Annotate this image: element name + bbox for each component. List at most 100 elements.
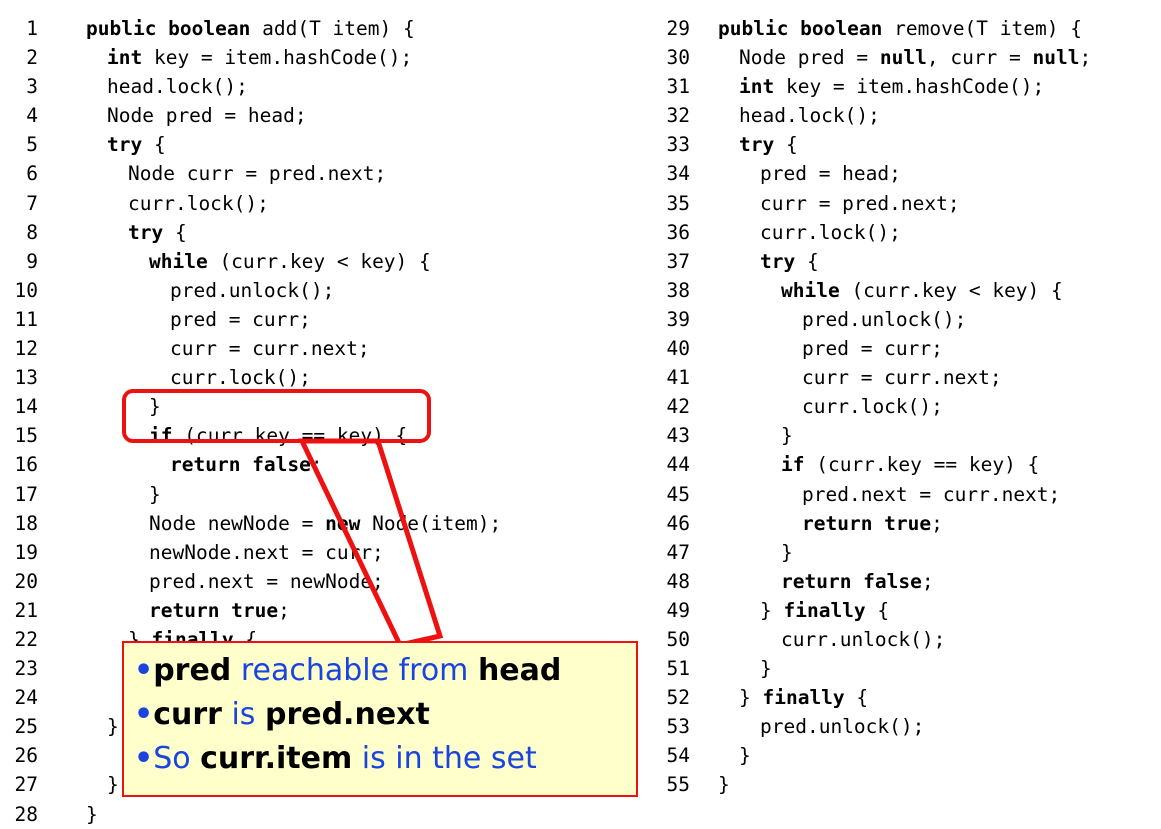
keyword: null	[879, 46, 927, 70]
callout-term: pred.next	[264, 697, 430, 732]
code-token: pred.unlock();	[760, 715, 925, 739]
line-number: 27	[14, 773, 38, 797]
code-text: curr.lock();	[718, 218, 901, 247]
code-line: 6 Node curr = pred.next;	[0, 159, 501, 188]
code-token: }	[149, 395, 161, 419]
code-token: {	[844, 686, 869, 710]
code-line: 42 curr.lock();	[664, 392, 1091, 421]
line-number: 34	[666, 162, 690, 186]
code-token: pred.unlock();	[802, 307, 967, 331]
line-number: 9	[26, 249, 38, 273]
callout-line: •So curr.item is in the set	[134, 737, 636, 781]
code-text: }	[86, 480, 161, 509]
code-token: ;	[931, 511, 943, 535]
line-number: 35	[666, 191, 690, 215]
line-number: 29	[666, 17, 690, 40]
code-text: }	[86, 712, 119, 741]
line-number: 42	[666, 395, 690, 419]
code-text: if (curr.key == key) {	[718, 450, 1039, 479]
code-line: 32 head.lock();	[664, 101, 1091, 130]
code-token: add(T item) {	[250, 17, 415, 40]
code-token: pred = curr;	[802, 337, 943, 361]
line-number: 28	[14, 802, 38, 826]
code-text: curr = curr.next;	[718, 363, 1002, 392]
code-token: curr = curr.next;	[802, 366, 1002, 390]
code-text: } finally {	[718, 596, 889, 625]
code-line: 41 curr = curr.next;	[664, 363, 1091, 392]
line-number: 10	[14, 278, 38, 302]
callout-text: reachable from	[231, 653, 478, 688]
keyword: while	[149, 249, 208, 273]
callout-term: pred	[153, 653, 232, 688]
code-line: 53 pred.unlock();	[664, 712, 1091, 741]
code-line: 45 pred.next = curr.next;	[664, 480, 1091, 509]
code-token: curr.unlock();	[781, 627, 946, 651]
callout-term: curr	[153, 697, 222, 732]
code-token: pred.next = curr.next;	[802, 482, 1061, 506]
callout-text: So	[153, 741, 201, 776]
bullet-icon: •	[134, 653, 154, 688]
code-text: }	[718, 654, 772, 683]
code-line: 33 try {	[664, 130, 1091, 159]
code-token: head.lock();	[107, 75, 248, 99]
code-token: pred.next = newNode;	[149, 569, 384, 593]
callout-box: •pred reachable from head •curr is pred.n…	[122, 641, 638, 797]
callout-term: curr.item	[200, 741, 353, 776]
code-line: 2 int key = item.hashCode();	[0, 43, 501, 72]
code-line: 43}	[664, 421, 1091, 450]
code-token: }	[107, 773, 119, 797]
bullet-icon: •	[134, 697, 154, 732]
code-text: while (curr.key < key) {	[718, 276, 1063, 305]
line-number: 20	[14, 569, 38, 593]
code-token: Node pred =	[739, 46, 880, 70]
code-line: 28}	[0, 800, 501, 829]
line-number: 47	[666, 540, 690, 564]
code-line: 7 curr.lock();	[0, 189, 501, 218]
code-token: (curr.key < key) {	[839, 278, 1063, 302]
code-line: 9 while (curr.key < key) {	[0, 247, 501, 276]
line-number: 46	[666, 511, 690, 535]
code-line: 21 return true;	[0, 596, 501, 625]
line-number: 11	[14, 307, 38, 331]
line-number: 8	[26, 220, 38, 244]
keyword: try	[107, 133, 143, 157]
code-text: return false;	[86, 450, 323, 479]
code-line: 1 public boolean add(T item) {	[0, 14, 501, 43]
line-number: 2	[26, 46, 38, 70]
code-line: 13 curr.lock();	[0, 363, 501, 392]
code-token: key = item.hashCode();	[774, 75, 1045, 99]
code-text: newNode.next = curr;	[86, 538, 384, 567]
code-text: }	[86, 800, 98, 829]
line-number: 52	[666, 686, 690, 710]
code-text: try {	[86, 130, 166, 159]
code-token: (curr.key == key) {	[804, 453, 1040, 477]
code-token: }	[739, 744, 751, 768]
code-text: Node pred = head;	[86, 101, 307, 130]
code-token: ;	[310, 453, 323, 477]
code-line: 10 pred.unlock();	[0, 276, 501, 305]
code-text: try {	[718, 130, 798, 159]
code-text: pred = head;	[718, 159, 901, 188]
line-number: 36	[666, 220, 690, 244]
keyword: return false	[170, 453, 311, 477]
code-token: {	[795, 249, 819, 273]
line-number: 50	[666, 627, 690, 651]
code-line: 39 pred.unlock();	[664, 305, 1091, 334]
line-number: 41	[666, 366, 690, 390]
code-line: 31 int key = item.hashCode();	[664, 72, 1091, 101]
line-number: 53	[666, 715, 690, 739]
code-line: 47}	[664, 538, 1091, 567]
line-number: 3	[26, 75, 38, 99]
code-line: 44 if (curr.key == key) {	[664, 450, 1091, 479]
code-token: curr = pred.next;	[760, 191, 960, 215]
code-text: return true;	[718, 509, 943, 538]
line-number: 43	[666, 424, 690, 448]
code-text: try {	[86, 218, 187, 247]
code-text: curr.lock();	[86, 363, 311, 392]
code-text: pred.unlock();	[718, 712, 924, 741]
keyword: int	[107, 46, 143, 70]
line-number: 40	[666, 337, 690, 361]
code-line: 18 Node newNode = new Node(item);	[0, 509, 502, 538]
code-line: 5 try {	[0, 130, 501, 159]
